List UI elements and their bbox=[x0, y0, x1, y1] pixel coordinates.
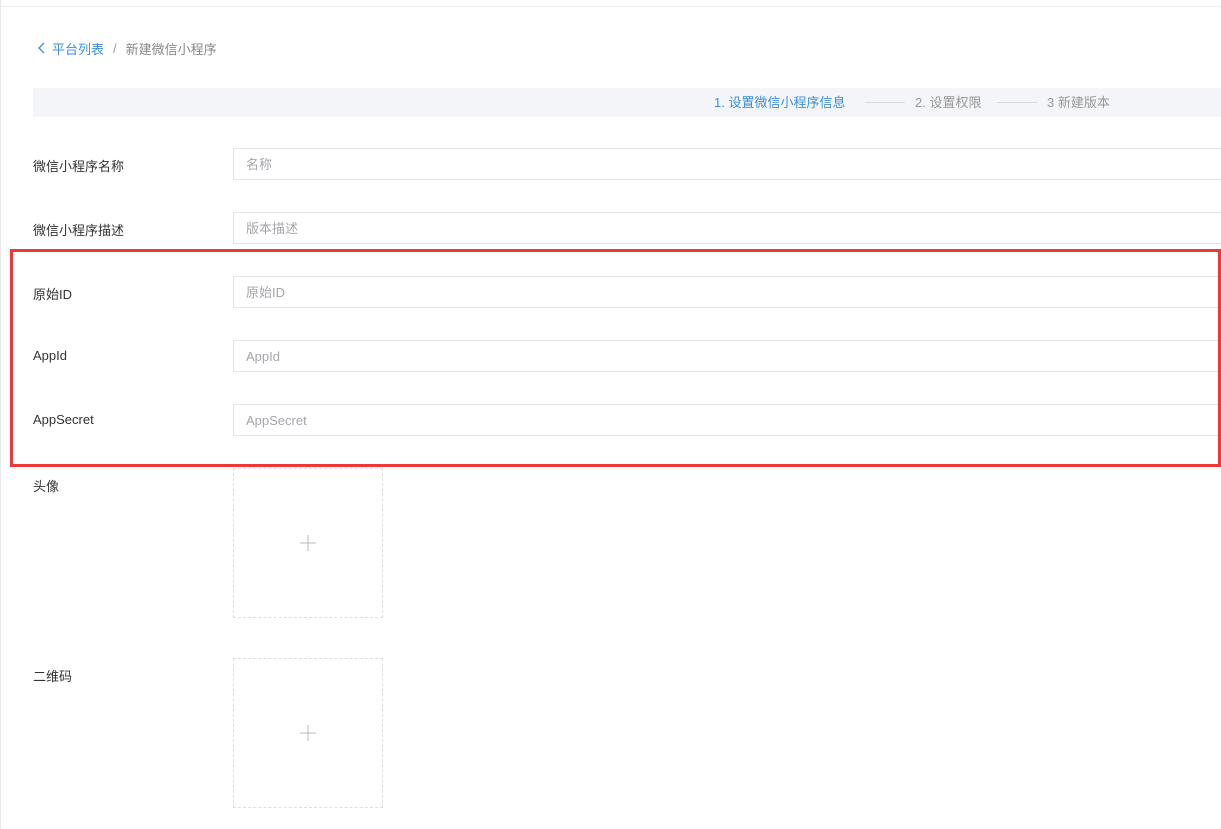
steps-bar: 1. 设置微信小程序信息 2. 设置权限 3 新建版本 bbox=[33, 88, 1221, 117]
breadcrumb: 平台列表 / 新建微信小程序 bbox=[37, 38, 217, 58]
original-id-label: 原始ID bbox=[33, 287, 73, 302]
step-2: 2. 设置权限 bbox=[915, 95, 982, 110]
step-connector-1 bbox=[865, 102, 905, 103]
qrcode-upload[interactable] bbox=[233, 658, 383, 808]
step-connector-2 bbox=[997, 102, 1037, 103]
description-label: 微信小程序描述 bbox=[33, 223, 125, 238]
original-id-input[interactable] bbox=[233, 276, 1221, 308]
description-input[interactable] bbox=[233, 212, 1221, 244]
plus-icon bbox=[300, 535, 316, 551]
step-1: 1. 设置微信小程序信息 bbox=[714, 95, 846, 110]
breadcrumb-back-link[interactable]: 平台列表 bbox=[37, 39, 104, 58]
page: 平台列表 / 新建微信小程序 1. 设置微信小程序信息 2. 设置权限 3 新建… bbox=[0, 0, 1221, 829]
breadcrumb-back-label: 平台列表 bbox=[52, 41, 105, 57]
app-id-label: AppId bbox=[33, 348, 67, 363]
app-secret-input[interactable] bbox=[233, 404, 1221, 436]
breadcrumb-current: 新建微信小程序 bbox=[125, 41, 217, 57]
qrcode-label: 二维码 bbox=[33, 669, 73, 684]
plus-icon bbox=[300, 725, 316, 741]
app-id-input[interactable] bbox=[233, 340, 1221, 372]
name-input[interactable] bbox=[233, 148, 1221, 180]
step-3: 3 新建版本 bbox=[1047, 95, 1110, 110]
chevron-left-icon bbox=[38, 42, 45, 54]
avatar-upload[interactable] bbox=[233, 468, 383, 618]
top-divider bbox=[1, 6, 1221, 7]
app-secret-label: AppSecret bbox=[33, 412, 94, 427]
avatar-label: 头像 bbox=[33, 479, 60, 494]
name-label: 微信小程序名称 bbox=[33, 159, 125, 174]
breadcrumb-separator: / bbox=[113, 40, 117, 56]
